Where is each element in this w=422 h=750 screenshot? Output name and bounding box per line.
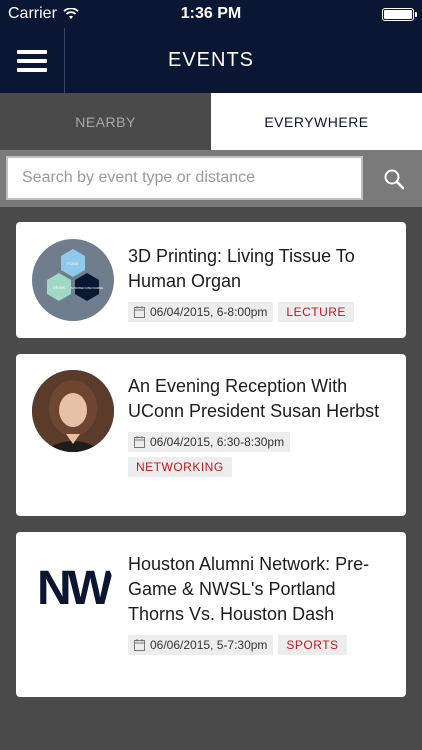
event-date-chip: 06/04/2015, 6:30-8:30pm xyxy=(128,432,291,452)
event-date: 06/06/2015, 5-7:30pm xyxy=(150,638,268,652)
tab-everywhere[interactable]: EVERYWHERE xyxy=(211,93,422,150)
event-list: FOOD DRINK SPIRITED DISCOURSE 3D Printin… xyxy=(0,207,422,750)
calendar-icon xyxy=(134,436,145,448)
event-title: Houston Alumni Network: Pre-Game & NWSL'… xyxy=(128,554,370,624)
thumb-label-food: FOOD xyxy=(67,261,79,266)
calendar-icon xyxy=(134,639,145,651)
event-date-chip: 06/06/2015, 5-7:30pm xyxy=(128,635,274,655)
nav-bar: EVENTS xyxy=(0,28,422,93)
search-button[interactable] xyxy=(366,150,422,207)
event-tag[interactable]: NETWORKING xyxy=(128,457,232,477)
avatar xyxy=(32,370,114,452)
event-thumbnail: NW xyxy=(32,548,114,630)
calendar-icon xyxy=(134,306,145,318)
thumb-label-drink: DRINK xyxy=(53,285,66,290)
event-tag[interactable]: SPORTS xyxy=(278,635,347,655)
event-date: 06/04/2015, 6-8:00pm xyxy=(150,305,268,319)
event-thumbnail xyxy=(32,370,114,452)
battery-icon xyxy=(382,8,417,21)
tab-bar: NEARBY EVERYWHERE xyxy=(0,93,422,150)
tab-nearby[interactable]: NEARBY xyxy=(0,93,211,150)
thumb-label-discourse: SPIRITED DISCOURSE xyxy=(71,286,104,290)
event-card[interactable]: NW Houston Alumni Network: Pre-Game & NW… xyxy=(16,532,406,697)
search-input[interactable] xyxy=(6,156,363,200)
status-bar: Carrier 1:36 PM xyxy=(0,0,422,28)
hexagon-graphic: FOOD DRINK SPIRITED DISCOURSE xyxy=(47,249,104,301)
page-title: EVENTS xyxy=(167,49,255,71)
event-date: 06/04/2015, 6:30-8:30pm xyxy=(150,435,285,449)
event-thumbnail: FOOD DRINK SPIRITED DISCOURSE xyxy=(32,239,114,321)
event-card[interactable]: FOOD DRINK SPIRITED DISCOURSE 3D Printin… xyxy=(16,222,406,338)
event-card[interactable]: An Evening Reception With UConn Presiden… xyxy=(16,354,406,516)
search-icon xyxy=(384,169,405,189)
status-time: 1:36 PM xyxy=(180,5,242,22)
search-bar xyxy=(0,150,422,207)
event-tag[interactable]: LECTURE xyxy=(278,302,354,322)
event-title: An Evening Reception With UConn Presiden… xyxy=(128,376,380,421)
event-date-chip: 06/04/2015, 6-8:00pm xyxy=(128,302,274,322)
event-title: 3D Printing: Living Tissue To Human Orga… xyxy=(128,246,355,291)
nwsl-logo: NW xyxy=(37,562,113,615)
